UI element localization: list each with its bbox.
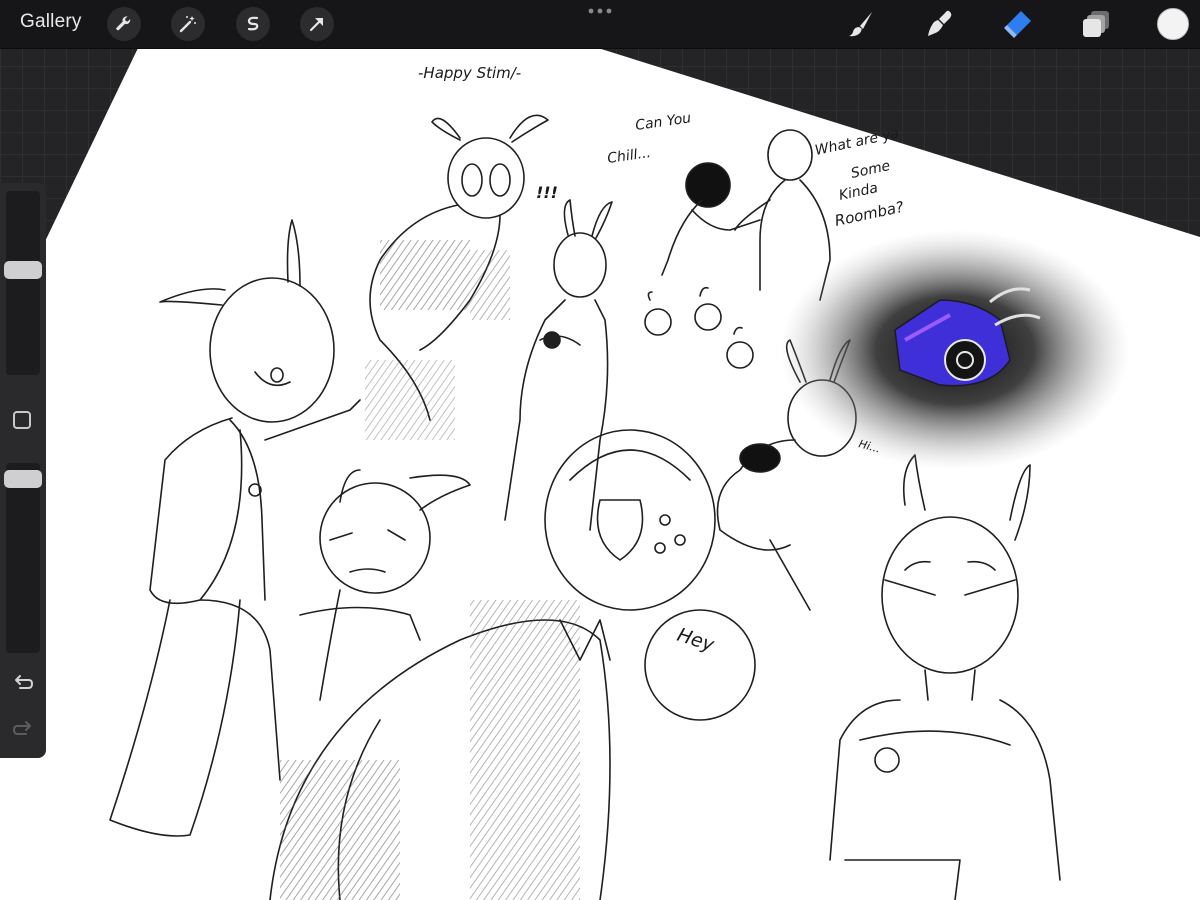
- sketch-text-can-you: Can You: [634, 110, 692, 134]
- smudge-icon[interactable]: [924, 8, 956, 40]
- undo-icon[interactable]: [11, 671, 35, 695]
- adjustments-button[interactable]: [171, 7, 205, 41]
- brush-size-thumb[interactable]: [4, 261, 42, 279]
- brush-size-slider[interactable]: [4, 191, 42, 375]
- sketch-roomba-drone: [780, 230, 1130, 470]
- sketch-text-chill: Chill...: [606, 145, 651, 167]
- color-picker-button[interactable]: [1157, 8, 1189, 40]
- sketch-figure-tall: [504, 199, 613, 531]
- brush-icon[interactable]: [846, 8, 878, 40]
- sketch-figure-left: [109, 219, 361, 837]
- redo-icon[interactable]: [11, 717, 35, 741]
- layers-icon[interactable]: [1080, 8, 1112, 40]
- sketch-figure-right: [829, 454, 1061, 900]
- transform-button[interactable]: [300, 7, 334, 41]
- sketch-artwork: -Happy Stim/- Can You Chill... What are …: [109, 64, 1130, 900]
- transform-arrow-icon: [309, 17, 324, 32]
- sketch-text-some: Some: [850, 158, 892, 182]
- speech-bubble-hey: [644, 609, 756, 721]
- wrench-icon: [116, 16, 131, 31]
- more-options-icon[interactable]: [586, 4, 614, 18]
- eraser-icon[interactable]: [1002, 8, 1034, 40]
- sketch-two-figures: [661, 129, 831, 301]
- sketch-text-hey: Hey: [674, 624, 717, 657]
- gallery-button[interactable]: Gallery: [20, 11, 82, 33]
- selection-icon: [247, 16, 259, 31]
- sketch-mini-faces: [644, 286, 754, 369]
- sketch-text-what: What are ya: [814, 125, 901, 158]
- magic-wand-icon: [179, 16, 196, 33]
- selection-button[interactable]: [236, 7, 270, 41]
- sketch-title-text: -Happy Stim/-: [418, 64, 521, 82]
- modify-button[interactable]: [13, 411, 31, 429]
- actions-button[interactable]: [107, 7, 141, 41]
- top-toolbar: Gallery: [0, 0, 1200, 49]
- sketch-text-exclaim: !!!: [536, 183, 558, 202]
- sketch-text-kinda: Kinda: [838, 180, 880, 204]
- sketch-figure-grumpy: [299, 469, 471, 701]
- opacity-slider[interactable]: [4, 463, 42, 653]
- opacity-thumb[interactable]: [4, 470, 42, 488]
- left-sidebar: [0, 183, 46, 758]
